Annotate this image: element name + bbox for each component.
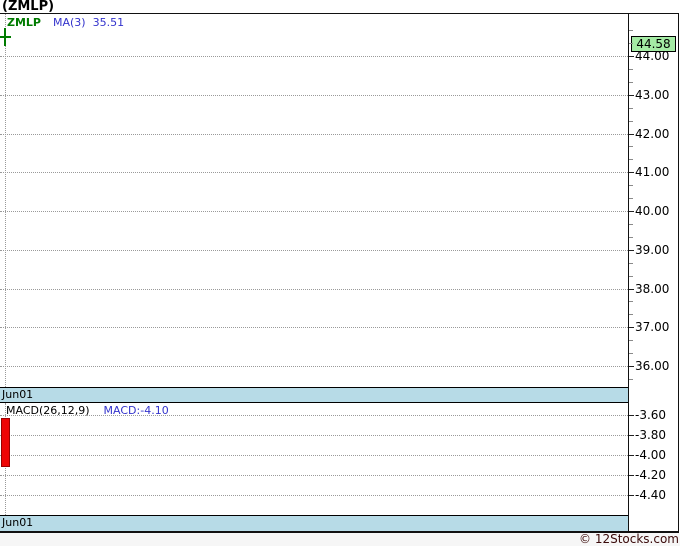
date-label-top: Jun01 bbox=[2, 388, 34, 401]
price-axis-minor-tick bbox=[629, 262, 633, 264]
price-axis-minor-tick bbox=[629, 43, 633, 45]
price-axis-line bbox=[628, 13, 629, 533]
price-gridline bbox=[0, 327, 628, 329]
price-axis-tick bbox=[629, 172, 634, 174]
macd-gridline bbox=[0, 435, 628, 436]
price-gridline bbox=[0, 94, 628, 96]
price-axis-minor-tick bbox=[629, 314, 633, 316]
price-axis-tick bbox=[629, 211, 634, 212]
price-axis-label: 39.00 bbox=[635, 242, 670, 257]
price-axis-minor-tick bbox=[629, 275, 633, 277]
price-axis-minor-tick bbox=[629, 107, 633, 109]
price-gridline bbox=[0, 249, 628, 251]
ma-legend: MA(3) 35.51 bbox=[53, 16, 124, 29]
price-axis-minor-tick bbox=[629, 353, 633, 355]
price-axis-minor-tick bbox=[629, 378, 633, 380]
price-axis-minor-tick bbox=[629, 223, 633, 225]
macd-axis-tick bbox=[629, 415, 634, 416]
price-gridline bbox=[0, 211, 628, 212]
price-axis-minor-tick bbox=[629, 120, 633, 122]
ma-value: 35.51 bbox=[92, 16, 125, 29]
macd-axis-label: -4.20 bbox=[635, 468, 667, 482]
price-axis-minor-tick bbox=[629, 146, 633, 148]
ma-label: MA(3) bbox=[53, 16, 86, 29]
date-band-bottom: Jun01 bbox=[0, 515, 629, 531]
price-axis-tick bbox=[629, 288, 634, 290]
price-axis-minor-tick bbox=[629, 68, 633, 70]
price-axis-minor-tick bbox=[629, 301, 633, 303]
price-axis-label: 42.00 bbox=[635, 126, 670, 141]
macd-gridline bbox=[0, 455, 628, 456]
price-legend: ZMLP MA(3) 35.51 bbox=[7, 16, 124, 29]
macd-axis-tick bbox=[629, 435, 634, 436]
price-axis-label: 41.00 bbox=[635, 165, 670, 180]
site-credit-link[interactable]: © 12Stocks.com bbox=[579, 533, 679, 546]
price-axis-minor-tick bbox=[629, 30, 633, 32]
macd-axis-label: -4.40 bbox=[635, 488, 667, 502]
price-axis-minor-tick bbox=[629, 185, 633, 187]
page-title: (ZMLP) bbox=[2, 0, 55, 14]
price-axis-tick bbox=[629, 133, 634, 135]
price-vertical-gridline bbox=[5, 14, 6, 387]
macd-axis-tick bbox=[629, 475, 634, 476]
price-axis-label: 44.00 bbox=[635, 49, 670, 63]
footer-strip: © 12Stocks.com bbox=[0, 533, 680, 546]
price-axis-label: 40.00 bbox=[635, 204, 670, 218]
price-axis-label: 36.00 bbox=[635, 359, 670, 373]
macd-gridline bbox=[0, 415, 628, 416]
price-axis-minor-tick bbox=[629, 340, 633, 342]
macd-gridline bbox=[0, 475, 628, 476]
macd-plot: MACD(26,12,9) MACD:-4.10 bbox=[0, 403, 628, 515]
price-axis-minor-tick bbox=[629, 159, 633, 161]
price-axis-minor-tick bbox=[629, 198, 633, 200]
price-axis-label: 43.00 bbox=[635, 87, 670, 102]
macd-axis-label: -3.60 bbox=[635, 408, 667, 422]
stock-chart-page: (ZMLP) ZMLP MA(3) 35.51 44.58 44.00 43.00 4… bbox=[0, 0, 680, 546]
price-axis-tick bbox=[629, 249, 634, 251]
date-label-bottom: Jun01 bbox=[2, 516, 34, 529]
candle-marker-body bbox=[0, 36, 11, 39]
date-band-top: Jun01 bbox=[0, 387, 629, 403]
macd-gridline bbox=[0, 495, 628, 496]
macd-axis-tick bbox=[629, 455, 634, 456]
ticker-label: ZMLP bbox=[7, 16, 41, 29]
price-gridline bbox=[0, 133, 628, 135]
macd-axis-tick bbox=[629, 495, 634, 496]
price-gridline bbox=[0, 172, 628, 174]
price-axis: 44.58 44.00 43.00 42.00 41.00 40.00 39.00 38.0… bbox=[629, 14, 680, 387]
price-axis-tick bbox=[629, 94, 634, 96]
price-axis-tick bbox=[629, 327, 634, 329]
price-gridline bbox=[0, 56, 628, 57]
price-axis-tick bbox=[629, 56, 634, 57]
price-axis-minor-tick bbox=[629, 236, 633, 238]
macd-histogram-bar bbox=[1, 418, 10, 467]
price-gridline bbox=[0, 288, 628, 290]
price-axis-label: 37.00 bbox=[635, 320, 670, 335]
macd-axis-label: -3.80 bbox=[635, 428, 667, 442]
price-axis-tick bbox=[629, 366, 634, 367]
price-axis-minor-tick bbox=[629, 81, 633, 83]
price-gridline bbox=[0, 366, 628, 367]
macd-axis-label: -4.00 bbox=[635, 448, 667, 462]
macd-axis: -3.60 -3.80 -4.00 -4.20 -4.40 bbox=[629, 403, 680, 515]
price-plot: ZMLP MA(3) 35.51 bbox=[0, 14, 628, 387]
price-axis-label: 38.00 bbox=[635, 281, 670, 296]
